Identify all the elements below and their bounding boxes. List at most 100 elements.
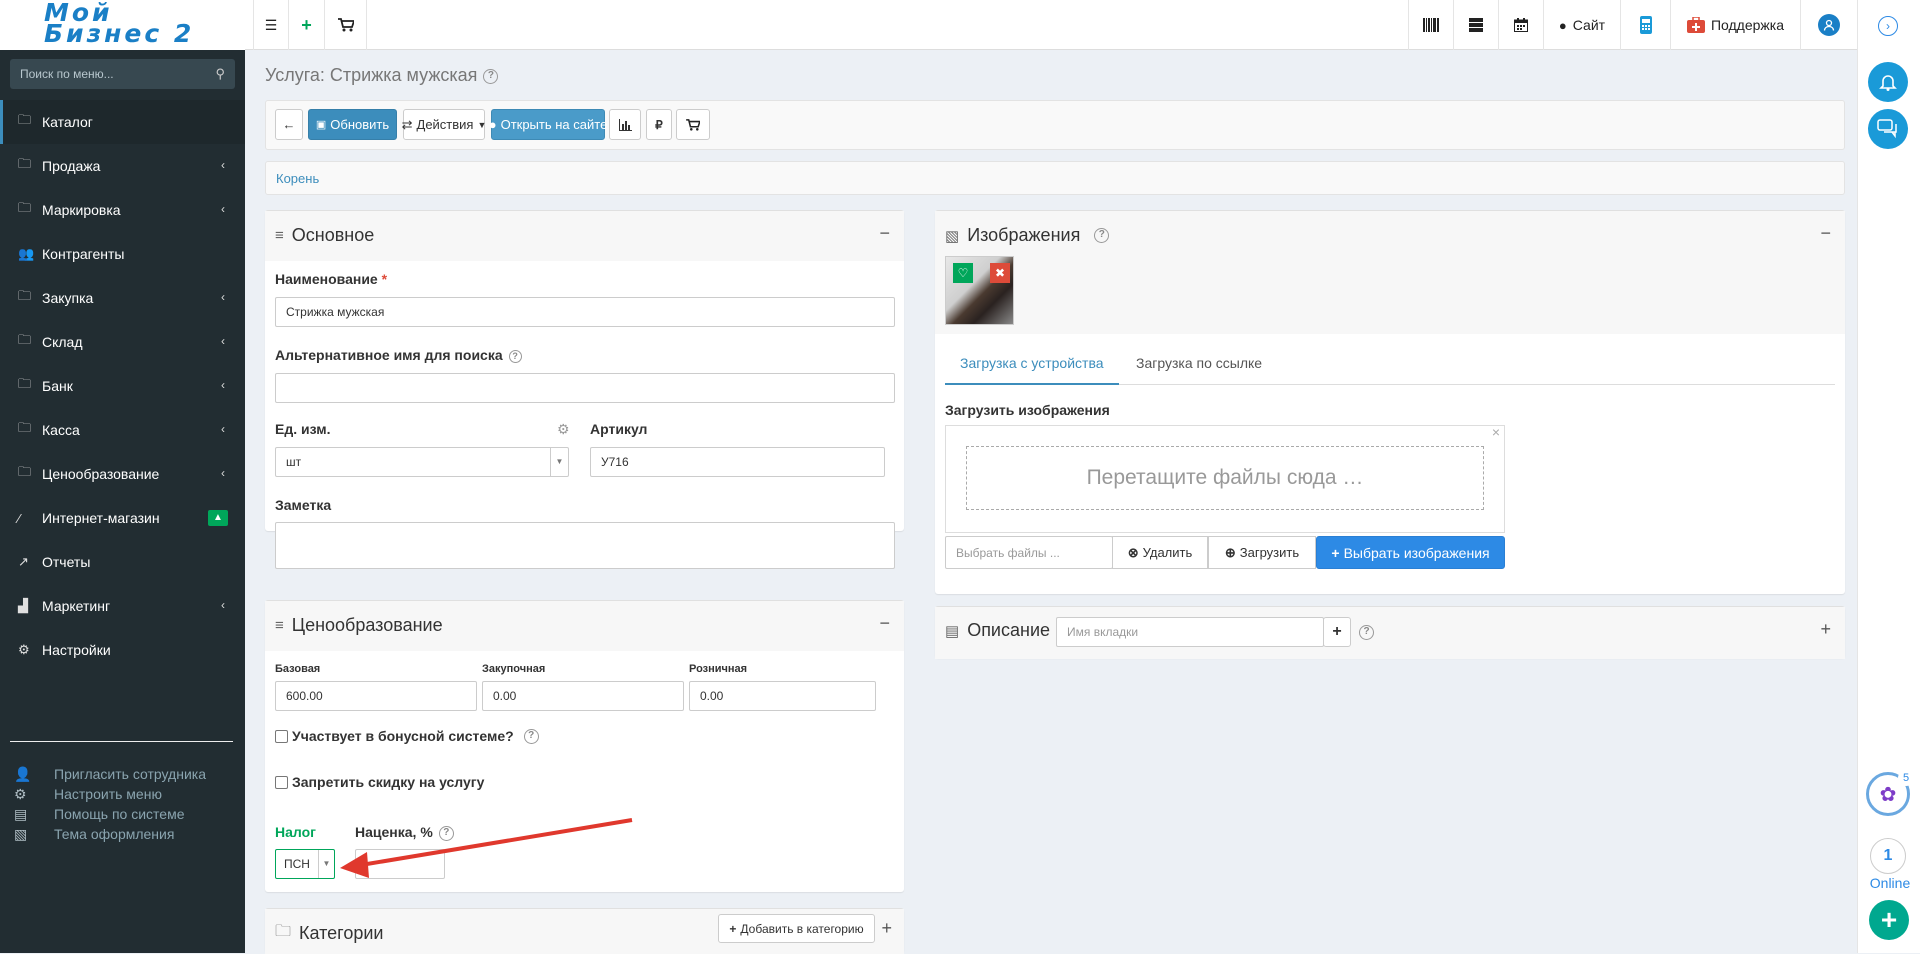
close-icon[interactable]: × bbox=[1492, 424, 1500, 440]
bonus-checkbox[interactable] bbox=[275, 729, 288, 743]
sidebar-item-warehouse[interactable]: 🗀 Склад ‹ bbox=[0, 320, 245, 364]
fab-add-button[interactable]: + bbox=[1869, 900, 1909, 940]
sidebar-item-marking[interactable]: 🗀 Маркировка ‹ bbox=[0, 188, 245, 232]
purchase-price-input[interactable]: 0.00 bbox=[482, 681, 684, 711]
open-on-site-label: Открыть на сайте bbox=[500, 117, 608, 132]
sidebar-divider bbox=[10, 741, 233, 742]
open-on-site-button[interactable]: ● Открыть на сайте bbox=[489, 109, 608, 140]
stats-button[interactable] bbox=[609, 109, 641, 140]
logo[interactable]: Мой Бизнес 2 bbox=[0, 0, 245, 50]
note-textarea[interactable] bbox=[275, 522, 895, 569]
main-info-box: ≡ Основное − Наименование * Стрижка мужск… bbox=[265, 210, 904, 569]
add-to-category-button[interactable]: + Добавить в категорию bbox=[718, 914, 875, 943]
base-price-input[interactable]: 600.00 bbox=[275, 681, 477, 711]
delete-files-button[interactable]: ⊗ Удалить bbox=[1112, 536, 1208, 569]
plus-icon: + bbox=[1332, 623, 1342, 640]
tab-upload-link[interactable]: Загрузка по ссылке bbox=[1121, 343, 1277, 385]
pricing-title-text: Ценообразование bbox=[291, 615, 443, 635]
tax-select[interactable]: ПСН ▼ bbox=[275, 849, 335, 879]
sidebar-item-label: Склад bbox=[42, 334, 83, 350]
sidebar-item-reports[interactable]: ↗ Отчеты bbox=[0, 540, 245, 584]
article-input[interactable]: У716 bbox=[590, 447, 885, 477]
logo-text: Мой Бизнес 2 bbox=[44, 0, 194, 46]
help-icon[interactable]: ? bbox=[1359, 625, 1374, 640]
retail-price-input[interactable]: 0.00 bbox=[689, 681, 876, 711]
help-icon[interactable]: ? bbox=[483, 68, 499, 84]
collapse-button[interactable]: − bbox=[879, 613, 890, 634]
bonus-checkbox-row[interactable]: Участвует в бонусной системе? ? bbox=[275, 728, 539, 744]
sidebar-item-catalog[interactable]: 🗀 Каталог bbox=[0, 100, 245, 144]
name-label-text: Наименование bbox=[275, 271, 378, 287]
tab-upload-device[interactable]: Загрузка с устройства bbox=[945, 343, 1119, 385]
no-discount-checkbox[interactable] bbox=[275, 775, 288, 789]
tax-label: Налог bbox=[275, 824, 316, 840]
alt-name-input[interactable] bbox=[275, 373, 895, 403]
alt-name-label: Альтернативное имя для поиска? bbox=[275, 347, 522, 363]
list-button[interactable] bbox=[1453, 0, 1498, 50]
product-thumbnail[interactable]: ♡ ✖ bbox=[945, 256, 1014, 325]
collapse-button[interactable]: − bbox=[1820, 223, 1831, 244]
online-counter[interactable]: 1 bbox=[1870, 838, 1906, 874]
cart-button[interactable] bbox=[325, 0, 367, 50]
site-label: Сайт bbox=[1572, 17, 1606, 33]
tab-name-input[interactable]: Имя вкладки bbox=[1056, 617, 1324, 647]
help-icon[interactable]: ? bbox=[1094, 228, 1110, 243]
update-button[interactable]: ▣ Обновить bbox=[308, 109, 397, 140]
sidebar-item-pricing[interactable]: 🗀 Ценообразование ‹ bbox=[0, 452, 245, 496]
sidebar-item-online-store[interactable]: ⁄ Интернет-магазин ▲ bbox=[0, 496, 245, 540]
caret-down-icon: ▼ bbox=[477, 119, 487, 130]
menu-toggle-button[interactable]: ☰ bbox=[253, 0, 289, 50]
name-input-value: Стрижка мужская bbox=[286, 305, 385, 319]
file-name-input[interactable]: Выбрать файлы ... bbox=[945, 536, 1113, 569]
sidebar-item-settings[interactable]: ⚙ Настройки bbox=[0, 628, 245, 672]
chevron-left-icon: ‹ bbox=[221, 378, 225, 392]
collapse-panel-button[interactable]: › bbox=[1878, 16, 1898, 36]
site-button[interactable]: ● Сайт bbox=[1543, 0, 1620, 50]
dropzone[interactable]: × Перетащите файлы сюда … bbox=[945, 424, 1505, 533]
chat-button[interactable] bbox=[1868, 109, 1908, 149]
sidebar-item-purchase[interactable]: 🗀 Закупка ‹ bbox=[0, 276, 245, 320]
no-discount-checkbox-row[interactable]: Запретить скидку на услугу bbox=[275, 774, 484, 790]
dropzone-target[interactable]: Перетащите файлы сюда … bbox=[966, 446, 1484, 510]
cash-register-button[interactable] bbox=[1620, 0, 1670, 50]
add-to-cart-button[interactable] bbox=[676, 109, 710, 140]
quick-add-button[interactable]: + bbox=[289, 0, 325, 50]
add-tab-button[interactable]: + bbox=[1323, 617, 1351, 647]
calendar-button[interactable] bbox=[1498, 0, 1543, 50]
expand-button[interactable]: + bbox=[1820, 619, 1831, 640]
favorite-heart-icon[interactable]: ♡ bbox=[953, 263, 973, 283]
sidebar-item-sales[interactable]: 🗀 Продажа ‹ bbox=[0, 144, 245, 188]
sidebar-item-marketing[interactable]: ▟ Маркетинг ‹ bbox=[0, 584, 245, 628]
theme-link[interactable]: ▧ Тема оформления bbox=[14, 824, 206, 844]
customize-menu-link[interactable]: ⚙ Настроить меню bbox=[14, 784, 206, 804]
delete-x-icon[interactable]: ✖ bbox=[990, 263, 1010, 283]
main-info-title-text: Основное bbox=[291, 225, 375, 245]
sidebar-item-contractors[interactable]: 👥 Контрагенты bbox=[0, 232, 245, 276]
help-icon[interactable]: ? bbox=[523, 728, 539, 744]
help-icon[interactable]: ? bbox=[508, 349, 522, 363]
choose-images-button[interactable]: + Выбрать изображения bbox=[1316, 536, 1505, 569]
sidebar-search-input[interactable]: Поиск по меню... ⚲ bbox=[10, 59, 235, 89]
user-menu-button[interactable] bbox=[1800, 0, 1857, 50]
back-button[interactable]: ← bbox=[275, 109, 303, 140]
notifications-button[interactable] bbox=[1868, 62, 1908, 102]
folder-icon: 🗀 bbox=[18, 156, 32, 171]
invite-employee-link[interactable]: 👤 Пригласить сотрудника bbox=[14, 764, 206, 784]
actions-dropdown[interactable]: ⇄ Действия ▼ bbox=[402, 109, 487, 140]
prices-button[interactable]: ₽ bbox=[646, 109, 672, 140]
chevron-right-icon: › bbox=[1886, 19, 1890, 33]
collapse-button[interactable]: − bbox=[879, 223, 890, 244]
support-button[interactable]: Поддержка bbox=[1670, 0, 1800, 50]
breadcrumb-root-link[interactable]: Корень bbox=[276, 171, 319, 186]
unit-select[interactable]: шт ▼ bbox=[275, 447, 569, 477]
upload-files-button[interactable]: ⊕ Загрузить bbox=[1208, 536, 1316, 569]
sidebar-item-bank[interactable]: 🗀 Банк ‹ bbox=[0, 364, 245, 408]
search-icon[interactable]: ⚲ bbox=[215, 66, 225, 82]
name-input[interactable]: Стрижка мужская bbox=[275, 297, 895, 327]
sidebar-item-cashbox[interactable]: 🗀 Касса ‹ bbox=[0, 408, 245, 452]
barcode-button[interactable] bbox=[1408, 0, 1453, 50]
help-link[interactable]: ▤ Помощь по системе bbox=[14, 804, 206, 824]
images-title-text: Изображения bbox=[967, 225, 1081, 245]
unit-settings-gear-icon[interactable]: ⚙ bbox=[557, 421, 570, 438]
expand-button[interactable]: + bbox=[881, 918, 892, 939]
